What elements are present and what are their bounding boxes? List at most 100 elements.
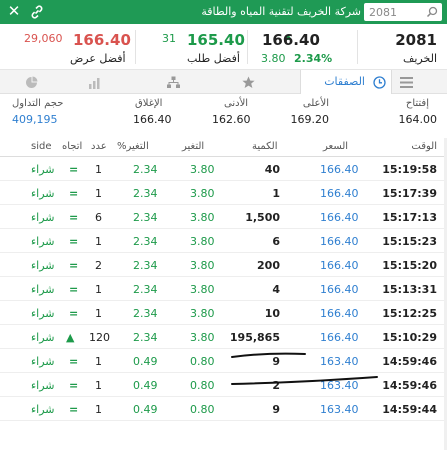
tab-analysis[interactable] bbox=[0, 70, 75, 94]
table-row[interactable]: 15:13:31 166.40 4 3.80 2.34 1 = شراء bbox=[0, 277, 447, 301]
network-icon bbox=[167, 76, 180, 88]
cell-side: شراء bbox=[31, 379, 55, 392]
tab-network[interactable] bbox=[150, 70, 230, 94]
cell-direction: = bbox=[69, 283, 79, 296]
cell-price: 166.40 bbox=[320, 307, 359, 320]
quote-strip: 2081 الخريف 166.40 3.80 2.34% 31 165.40 … bbox=[0, 24, 447, 70]
cell-side: شراء bbox=[31, 187, 55, 200]
cell-change-pct: 0.49 bbox=[133, 379, 158, 392]
cell-change: 3.80 bbox=[190, 331, 215, 344]
table-row[interactable]: 15:12:25 166.40 10 3.80 2.34 1 = شراء bbox=[0, 301, 447, 325]
cell-change-pct: 2.34 bbox=[133, 331, 158, 344]
cell-count: 1 bbox=[95, 403, 102, 416]
cell-change: 3.80 bbox=[190, 163, 215, 176]
cell-change-pct: 2.34 bbox=[133, 259, 158, 272]
cell-side: شراء bbox=[31, 259, 55, 272]
cell-price: 166.40 bbox=[320, 331, 359, 344]
cell-side: شراء bbox=[31, 211, 55, 224]
cell-time: 15:10:29 bbox=[382, 331, 437, 344]
pie-chart-icon bbox=[26, 76, 38, 88]
cell-side: شراء bbox=[31, 331, 55, 344]
bid-price: 165.40 bbox=[187, 31, 245, 49]
low-label: الأدنى bbox=[224, 98, 249, 109]
low-value: 162.60 bbox=[212, 113, 251, 126]
tab-favorites[interactable] bbox=[230, 70, 300, 94]
search-icon[interactable] bbox=[426, 6, 438, 18]
cell-change-pct: 0.49 bbox=[133, 355, 158, 368]
tab-chart[interactable] bbox=[75, 70, 150, 94]
cell-direction: ▲ bbox=[66, 331, 75, 344]
col-change: التغير bbox=[182, 141, 205, 152]
symbol-name: الخريف bbox=[402, 52, 437, 65]
table-row[interactable]: 15:15:20 166.40 200 3.80 2.34 2 = شراء bbox=[0, 253, 447, 277]
cell-qty: 10 bbox=[264, 307, 280, 320]
cell-count: 1 bbox=[95, 307, 102, 320]
cell-count: 1 bbox=[95, 163, 102, 176]
cell-qty: 200 bbox=[257, 259, 280, 272]
cell-change: 3.80 bbox=[190, 259, 215, 272]
title-bar: ✕ شركة الخريف لتقنية المياه والطاقة bbox=[0, 0, 447, 24]
cell-change: 3.80 bbox=[190, 211, 215, 224]
window-title: شركة الخريف لتقنية المياه والطاقة bbox=[201, 5, 361, 18]
col-qty: الكمية bbox=[252, 141, 278, 152]
close-label: الإغلاق bbox=[135, 98, 163, 109]
table-row[interactable]: 15:19:58 166.40 40 3.80 2.34 1 = شراء bbox=[0, 157, 447, 181]
cell-direction: = bbox=[69, 187, 79, 200]
cell-time: 15:15:20 bbox=[382, 259, 437, 272]
cell-direction: = bbox=[69, 259, 79, 272]
table-row[interactable]: 15:17:13 166.40 1,500 3.80 2.34 6 = شراء bbox=[0, 205, 447, 229]
cell-qty: 195,865 bbox=[229, 331, 280, 344]
cell-direction: = bbox=[69, 403, 79, 416]
open-label: إفتتاح bbox=[405, 98, 429, 109]
cell-change: 3.80 bbox=[190, 235, 215, 248]
cell-count: 6 bbox=[95, 211, 102, 224]
table-row[interactable]: 14:59:46 163.40 2 0.80 0.49 1 = شراء bbox=[0, 373, 447, 397]
tab-trades[interactable]: الصفقات bbox=[300, 70, 392, 94]
session-stats: إفتتاح 164.00 الأعلى 169.20 الأدنى 162.6… bbox=[0, 94, 447, 132]
col-count: عدد bbox=[91, 141, 107, 152]
cell-price: 163.40 bbox=[320, 379, 359, 392]
cell-time: 15:12:25 bbox=[382, 307, 437, 320]
cell-count: 1 bbox=[95, 379, 102, 392]
cell-direction: = bbox=[69, 163, 79, 176]
cell-time: 15:15:23 bbox=[382, 235, 437, 248]
table-row[interactable]: 15:17:39 166.40 1 3.80 2.34 1 = شراء bbox=[0, 181, 447, 205]
volume-value: 409,195 bbox=[12, 113, 58, 126]
trades-table-header: الوقت السعر الكمية التغير %التغير عدد ات… bbox=[0, 137, 447, 157]
table-row[interactable]: 14:59:44 163.40 9 0.80 0.49 1 = شراء bbox=[0, 397, 447, 421]
cell-qty: 4 bbox=[272, 283, 280, 296]
cell-price: 163.40 bbox=[320, 403, 359, 416]
link-icon[interactable] bbox=[29, 4, 45, 20]
cell-change-pct: 2.34 bbox=[133, 283, 158, 296]
ask-label: أفضل عرض bbox=[70, 52, 126, 65]
clock-icon bbox=[373, 76, 386, 89]
symbol-search[interactable] bbox=[364, 3, 442, 21]
cell-count: 1 bbox=[95, 355, 102, 368]
bar-chart-icon bbox=[89, 78, 100, 89]
open-value: 164.00 bbox=[398, 113, 438, 126]
table-row[interactable]: 15:15:23 166.40 6 3.80 2.34 1 = شراء bbox=[0, 229, 447, 253]
cell-change-pct: 2.34 bbox=[133, 187, 158, 200]
cell-side: شراء bbox=[31, 235, 55, 248]
cell-side: شراء bbox=[31, 163, 55, 176]
high-label: الأعلى bbox=[302, 98, 329, 109]
col-side: side bbox=[31, 141, 52, 152]
divider bbox=[135, 30, 136, 64]
cell-direction: = bbox=[69, 355, 79, 368]
bid-quantity: 31 bbox=[162, 32, 176, 45]
symbol-code: 2081 bbox=[395, 31, 437, 49]
table-row[interactable]: 15:10:29 166.40 195,865 3.80 2.34 120 ▲ … bbox=[0, 325, 447, 349]
cell-price: 166.40 bbox=[320, 211, 359, 224]
cell-qty: 2 bbox=[272, 379, 280, 392]
cell-time: 15:17:13 bbox=[382, 211, 437, 224]
table-row[interactable]: 14:59:46 163.40 9 0.80 0.49 1 = شراء bbox=[0, 349, 447, 373]
cell-price: 166.40 bbox=[320, 235, 359, 248]
close-icon[interactable]: ✕ bbox=[6, 2, 22, 20]
cell-change: 3.80 bbox=[190, 187, 215, 200]
cell-direction: = bbox=[69, 379, 79, 392]
cell-side: شراء bbox=[31, 283, 55, 296]
tab-list[interactable] bbox=[392, 70, 447, 94]
cell-price: 166.40 bbox=[320, 283, 359, 296]
cell-change-pct: 2.34 bbox=[133, 235, 158, 248]
cell-price: 166.40 bbox=[320, 187, 359, 200]
